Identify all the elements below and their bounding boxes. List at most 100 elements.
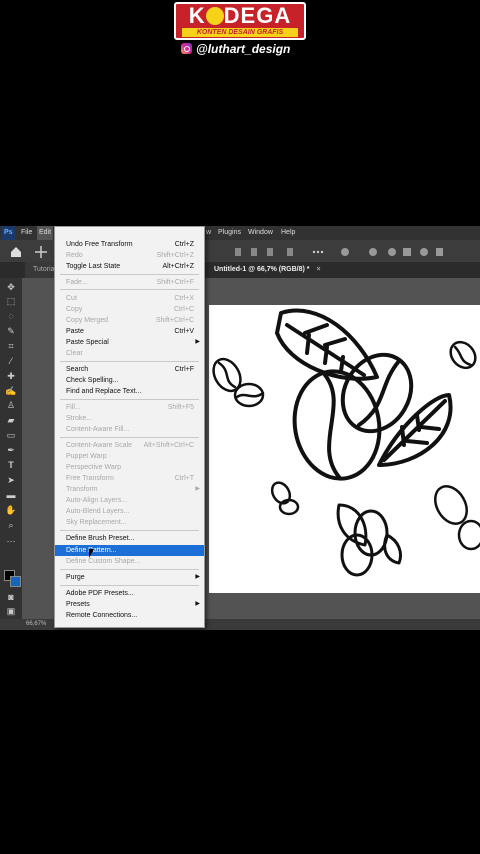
- menu-file[interactable]: File: [21, 226, 32, 240]
- quick-select-icon[interactable]: ✎: [5, 326, 17, 336]
- menu-item-auto-blend[interactable]: Auto-Blend Layers...: [55, 506, 204, 517]
- menu-window[interactable]: Window: [248, 226, 273, 240]
- menu-item-define-custom-shape[interactable]: Define Custom Shape...: [55, 556, 204, 567]
- menu-item-adobe-pdf-presets[interactable]: Adobe PDF Presets...: [55, 588, 204, 599]
- ps-logo-icon: Ps: [2, 226, 15, 240]
- coffee-illustration: [212, 308, 480, 577]
- menu-label: Remote Connections...: [66, 612, 138, 619]
- menu-item-sky-replacement[interactable]: Sky Replacement...: [55, 517, 204, 528]
- type-icon[interactable]: T: [5, 460, 17, 470]
- quick-mask-icon[interactable]: ◙: [5, 592, 17, 602]
- background-color-swatch[interactable]: [10, 576, 21, 587]
- stamp-icon[interactable]: ♙: [5, 400, 17, 410]
- menu-item-free-transform[interactable]: Free Transform Ctrl+T: [55, 473, 204, 484]
- edit-menu: Undo Free Transform Ctrl+Z Redo Shift+Ctrl…: [54, 226, 205, 628]
- menu-item-fade[interactable]: Fade... Shift+Ctrl+F: [55, 277, 204, 288]
- menu-item-cut[interactable]: Cut Ctrl+X: [55, 293, 204, 304]
- menu-item-transform[interactable]: Transform ▶: [55, 484, 204, 495]
- menu-item-find-replace[interactable]: Find and Replace Text...: [55, 386, 204, 397]
- canvas-area: [205, 278, 480, 619]
- menu-separator: [60, 274, 199, 275]
- menu-plugins[interactable]: Plugins: [218, 226, 241, 240]
- submenu-arrow-icon: ▶: [195, 601, 200, 607]
- lasso-icon[interactable]: ◌: [5, 311, 17, 321]
- gradient-icon[interactable]: ▭: [5, 430, 17, 440]
- path-select-icon[interactable]: ➤: [5, 475, 17, 485]
- menu-label: Sky Replacement...: [66, 519, 127, 526]
- menu-shortcut: Ctrl+C: [173, 306, 194, 313]
- move-icon[interactable]: [35, 246, 47, 258]
- menu-item-perspective-warp[interactable]: Perspective Warp: [55, 462, 204, 473]
- menu-item-undo[interactable]: Undo Free Transform Ctrl+Z: [55, 239, 204, 250]
- menu-item-clear[interactable]: Clear: [55, 348, 204, 359]
- menu-label: Toggle Last State: [66, 263, 121, 270]
- menu-label: Content-Aware Scale: [66, 442, 133, 449]
- crop-icon[interactable]: ⌗: [5, 341, 17, 351]
- menu-partial[interactable]: w: [206, 226, 211, 240]
- healing-icon[interactable]: ✚: [5, 371, 17, 381]
- menu-item-redo[interactable]: Redo Shift+Ctrl+Z: [55, 250, 204, 261]
- align-icons[interactable]: [235, 248, 293, 256]
- move-icon[interactable]: ✥: [5, 282, 17, 292]
- menu-label: Search: [66, 366, 89, 373]
- menu-item-toggle-last-state[interactable]: Toggle Last State Alt+Ctrl+Z: [55, 261, 204, 272]
- menu-item-define-brush[interactable]: Define Brush Preset...: [55, 533, 204, 544]
- mouse-cursor-icon: [89, 549, 94, 558]
- menu-label: Find and Replace Text...: [66, 388, 142, 395]
- menu-shortcut: Alt+Ctrl+Z: [162, 263, 194, 270]
- eyedropper-icon[interactable]: ⁄: [5, 356, 17, 366]
- menu-item-content-aware-scale[interactable]: Content-Aware Scale Alt+Shift+Ctrl+C: [55, 440, 204, 451]
- menu-label: Copy: [66, 306, 83, 313]
- menu-item-stroke[interactable]: Stroke...: [55, 413, 204, 424]
- menu-item-copy[interactable]: Copy Ctrl+C: [55, 304, 204, 315]
- submenu-arrow-icon: ▶: [195, 339, 200, 345]
- menu-label: Copy Merged: [66, 317, 109, 324]
- menu-label: Perspective Warp: [66, 464, 121, 471]
- menu-edit[interactable]: Edit: [37, 226, 54, 240]
- menu-item-search[interactable]: Search Ctrl+F: [55, 364, 204, 375]
- marquee-icon[interactable]: ⬚: [5, 296, 17, 306]
- more-options-icon[interactable]: [312, 250, 324, 254]
- 3d-mode-icons[interactable]: [341, 248, 443, 256]
- shape-icon[interactable]: ▬: [5, 490, 17, 500]
- menu-label: Clear: [66, 350, 83, 357]
- menu-item-paste-special[interactable]: Paste Special ▶: [55, 337, 204, 348]
- menu-item-presets[interactable]: Presets ▶: [55, 599, 204, 610]
- menu-label: Purge: [66, 574, 85, 581]
- menu-item-define-pattern[interactable]: Define Pattern...: [55, 545, 204, 556]
- menu-item-check-spelling[interactable]: Check Spelling...: [55, 375, 204, 386]
- menu-label: Stroke...: [66, 415, 93, 422]
- hand-icon[interactable]: ✋: [5, 505, 17, 515]
- menu-label: Free Transform: [66, 475, 114, 482]
- tab-untitled-1[interactable]: Untitled-1 @ 66,7% (RGB/8) * ×: [206, 262, 329, 278]
- menu-help[interactable]: Help: [281, 226, 295, 240]
- menu-item-content-aware-fill[interactable]: Content-Aware Fill...: [55, 424, 204, 435]
- brand-logo: K DEGA KONTEN DESAIN GRAFIS: [174, 2, 306, 40]
- menu-item-copy-merged[interactable]: Copy Merged Shift+Ctrl+C: [55, 315, 204, 326]
- menu-label: Define Custom Shape...: [66, 558, 141, 565]
- eraser-icon[interactable]: ▰: [5, 415, 17, 425]
- menu-separator: [60, 361, 199, 362]
- close-tab-icon[interactable]: ×: [316, 266, 320, 273]
- menu-label: Content-Aware Fill...: [66, 426, 130, 433]
- menu-label: Cut: [66, 295, 77, 302]
- brush-icon[interactable]: ✍: [5, 386, 17, 396]
- menu-item-remote-connections[interactable]: Remote Connections...: [55, 610, 204, 621]
- menu-shortcut: Shift+Ctrl+Z: [156, 252, 194, 259]
- menu-item-auto-align[interactable]: Auto-Align Layers...: [55, 495, 204, 506]
- instagram-handle: @luthart_design: [181, 42, 290, 56]
- menu-item-paste[interactable]: Paste Ctrl+V: [55, 326, 204, 337]
- pen-icon[interactable]: ✒: [5, 445, 17, 455]
- submenu-arrow-icon: ▶: [195, 574, 200, 580]
- menu-item-puppet-warp[interactable]: Puppet Warp: [55, 451, 204, 462]
- menu-item-purge[interactable]: Purge ▶: [55, 572, 204, 583]
- menu-item-fill[interactable]: Fill... Shift+F5: [55, 402, 204, 413]
- tools-panel: ✥ ⬚ ◌ ✎ ⌗ ⁄ ✚ ✍ ♙ ▰ ▭ ✒ T ➤ ▬ ✋ ⌕ ⋯ ◙ ▣: [0, 278, 22, 626]
- home-icon[interactable]: [11, 247, 21, 257]
- menu-label: Define Brush Preset...: [66, 535, 135, 542]
- more-tools-icon[interactable]: ⋯: [5, 536, 17, 546]
- menu-label: Auto-Align Layers...: [66, 497, 128, 504]
- screen-mode-icon[interactable]: ▣: [5, 606, 17, 616]
- zoom-icon[interactable]: ⌕: [5, 520, 17, 530]
- document-canvas[interactable]: [209, 305, 480, 593]
